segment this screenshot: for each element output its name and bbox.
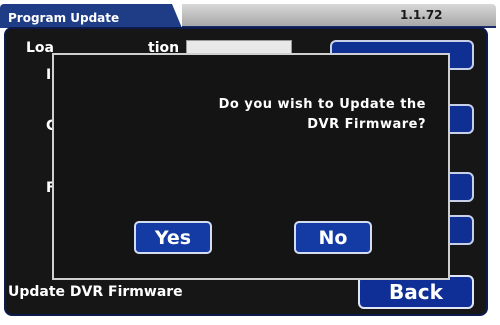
dialog-message: Do you wish to Update the DVR Firmware? — [106, 95, 426, 135]
confirm-dialog: Do you wish to Update the DVR Firmware? … — [52, 53, 450, 280]
version-label: 1.1.72 — [400, 8, 443, 22]
title-bar — [182, 4, 496, 28]
load-configuration-field[interactable] — [186, 40, 292, 54]
no-button[interactable]: No — [294, 221, 372, 254]
dvr-screen: Program Update 1.1.72 Loa tion I C F Upd… — [0, 0, 500, 325]
back-button[interactable]: Back — [358, 275, 474, 309]
dialog-message-line1: Do you wish to Update the — [218, 97, 426, 112]
dialog-message-line2: DVR Firmware? — [307, 117, 426, 132]
status-label: Update DVR Firmware — [8, 284, 183, 300]
window-title: Program Update — [8, 11, 120, 25]
load-configuration-label-start: Loa — [26, 40, 54, 56]
title-tab: Program Update — [0, 4, 182, 28]
row2-label-partial: I — [46, 67, 52, 83]
yes-button[interactable]: Yes — [134, 221, 212, 254]
